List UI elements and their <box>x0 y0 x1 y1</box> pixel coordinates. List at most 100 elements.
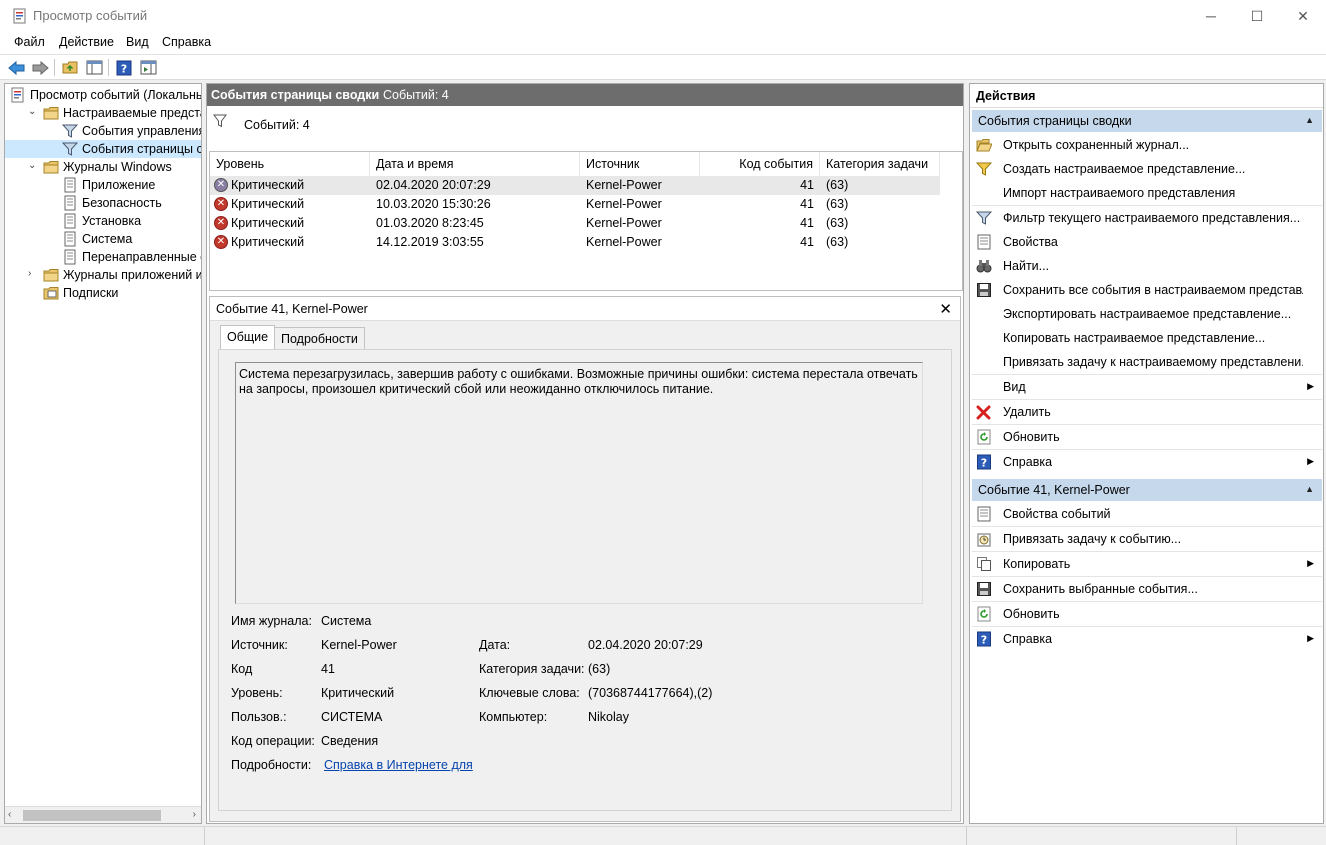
center-header-count: Событий: 4 <box>383 88 449 102</box>
action-item[interactable]: Копировать настраиваемое представление..… <box>972 327 1322 349</box>
scrollbar-thumb[interactable] <box>23 810 161 821</box>
tree-item[interactable]: Безопасность <box>5 194 201 212</box>
action-item-label: Обновить <box>1003 607 1060 621</box>
actions-section-header[interactable]: События страницы сводки ▲ <box>972 110 1322 132</box>
help-button[interactable]: ? <box>114 58 134 77</box>
delete-icon <box>976 404 992 420</box>
cell-datetime: 10.03.2020 15:30:26 <box>376 197 491 211</box>
tree-horizontal-scrollbar[interactable]: ‹ › <box>5 806 201 823</box>
tree-item[interactable]: Подписки <box>5 284 201 302</box>
tree-item[interactable]: Установка <box>5 212 201 230</box>
cell-event-code: 41 <box>800 178 814 192</box>
cell-source: Kernel-Power <box>586 235 662 249</box>
up-folder-button[interactable] <box>60 58 80 77</box>
table-row[interactable]: ✕ Критический 02.04.2020 20:07:29 Kernel-Po… <box>210 176 940 195</box>
keywords-label: Ключевые слова: <box>479 686 580 700</box>
log-icon <box>62 249 78 265</box>
close-button[interactable]: ✕ <box>1280 0 1326 32</box>
tree-item[interactable]: › Журналы приложений и сл <box>5 266 201 284</box>
tree-item[interactable]: Система <box>5 230 201 248</box>
action-item[interactable]: Свойства событий <box>972 503 1322 525</box>
show-hide-actions-button[interactable] <box>138 58 158 77</box>
action-item-label: Свойства событий <box>1003 507 1111 521</box>
action-item[interactable]: Найти... <box>972 255 1322 277</box>
tree-item[interactable]: Перенаправленные соб <box>5 248 201 266</box>
back-button[interactable] <box>7 58 27 77</box>
tree-item[interactable]: Приложение <box>5 176 201 194</box>
refresh-icon <box>976 429 992 445</box>
tab-details[interactable]: Подробности <box>274 327 365 350</box>
console-tree: Просмотр событий (Локальнь ⌄ Настраиваемые… <box>4 83 202 824</box>
action-item[interactable]: Фильтр текущего настраиваемого представл… <box>972 207 1322 229</box>
general-tab-body: Система перезагрузилась, завершив работу… <box>218 349 952 811</box>
scroll-right-icon[interactable]: › <box>193 809 196 820</box>
action-item[interactable]: Экспортировать настраиваемое представлен… <box>972 303 1322 325</box>
tree-item[interactable]: События управления <box>5 122 201 140</box>
close-detail-button[interactable]: ✕ <box>939 300 952 318</box>
menu-view[interactable]: Вид <box>126 35 149 49</box>
action-item[interactable]: Обновить <box>972 426 1322 448</box>
action-item[interactable]: Обновить <box>972 603 1322 625</box>
action-item[interactable]: Привязать задачу к настраиваемому предст… <box>972 351 1322 373</box>
action-item[interactable]: Открыть сохраненный журнал... <box>972 134 1322 156</box>
chevron-down-icon[interactable]: ⌄ <box>28 160 38 171</box>
action-item[interactable]: Импорт настраиваемого представления <box>972 182 1322 204</box>
chevron-right-icon[interactable]: › <box>28 268 38 279</box>
action-item[interactable]: ? Справка ▶ <box>972 451 1322 473</box>
user-value: СИСТЕМА <box>321 710 383 724</box>
menu-action[interactable]: Действие <box>59 35 114 49</box>
action-item[interactable]: Вид ▶ <box>972 376 1322 398</box>
scroll-left-icon[interactable]: ‹ <box>8 809 11 820</box>
refresh-icon <box>976 606 992 622</box>
cell-task-category: (63) <box>826 235 849 249</box>
action-item[interactable]: Удалить <box>972 401 1322 423</box>
action-item[interactable]: Привязать задачу к событию... <box>972 528 1322 550</box>
column-header-event-code[interactable]: Код события <box>700 152 820 176</box>
menu-file[interactable]: Файл <box>14 35 45 49</box>
minimize-button[interactable]: ─ <box>1188 0 1234 32</box>
code-value: 41 <box>321 662 335 676</box>
forward-button[interactable] <box>30 58 50 77</box>
table-row[interactable]: ✕ Критический 10.03.2020 15:30:26 Kernel-Po… <box>210 195 940 214</box>
action-item[interactable]: Свойства <box>972 231 1322 253</box>
critical-error-icon: ✕ <box>214 197 228 211</box>
collapse-up-icon[interactable]: ▲ <box>1305 115 1314 125</box>
table-row[interactable]: ✕ Критический 01.03.2020 8:23:45 Kernel-Pow… <box>210 214 940 233</box>
event-viewer-icon <box>10 87 26 103</box>
maximize-button[interactable]: ☐ <box>1234 0 1280 32</box>
status-divider <box>204 827 205 845</box>
column-header-datetime[interactable]: Дата и время <box>370 152 580 176</box>
collapse-up-icon[interactable]: ▲ <box>1305 484 1314 494</box>
menu-bar: Файл Действие Вид Справка <box>0 32 1326 54</box>
action-item[interactable]: Сохранить все события в настраиваемом пр… <box>972 279 1322 301</box>
action-item[interactable]: Сохранить выбранные события... <box>972 578 1322 600</box>
tree-item[interactable]: События страницы свод <box>5 140 201 158</box>
action-divider <box>972 205 1322 206</box>
toolbar-separator <box>108 59 109 76</box>
table-row[interactable]: ✕ Критический 14.12.2019 3:03:55 Kernel-Pow… <box>210 233 940 252</box>
action-item[interactable]: ? Справка ▶ <box>972 628 1322 650</box>
action-item[interactable]: Копировать ▶ <box>972 553 1322 575</box>
column-header-task-category[interactable]: Категория задачи <box>820 152 940 176</box>
column-header-level[interactable]: Уровень <box>210 152 370 176</box>
folder-up-icon <box>62 61 77 74</box>
cell-datetime: 14.12.2019 3:03:55 <box>376 235 484 249</box>
level-label: Уровень: <box>231 686 283 700</box>
action-divider <box>972 449 1322 450</box>
online-help-link[interactable]: Справка в Интернете для <box>324 758 473 772</box>
show-hide-tree-button[interactable] <box>84 58 104 77</box>
menu-help[interactable]: Справка <box>162 35 211 49</box>
action-item-label: Импорт настраиваемого представления <box>1003 186 1236 200</box>
action-item[interactable]: Создать настраиваемое представление... <box>972 158 1322 180</box>
actions-section-header[interactable]: Событие 41, Kernel-Power ▲ <box>972 479 1322 501</box>
tab-general[interactable]: Общие <box>220 325 276 350</box>
tree-item-label: Приложение <box>82 178 156 192</box>
tree-item[interactable]: ⌄ Настраиваемые представле <box>5 104 201 122</box>
tree-item[interactable]: Просмотр событий (Локальнь <box>5 86 201 104</box>
task-category-label: Категория задачи: <box>479 662 585 676</box>
tree-item[interactable]: ⌄ Журналы Windows <box>5 158 201 176</box>
column-header-source[interactable]: Источник <box>580 152 700 176</box>
cell-datetime: 01.03.2020 8:23:45 <box>376 216 484 230</box>
action-divider <box>972 374 1322 375</box>
chevron-down-icon[interactable]: ⌄ <box>28 106 38 117</box>
